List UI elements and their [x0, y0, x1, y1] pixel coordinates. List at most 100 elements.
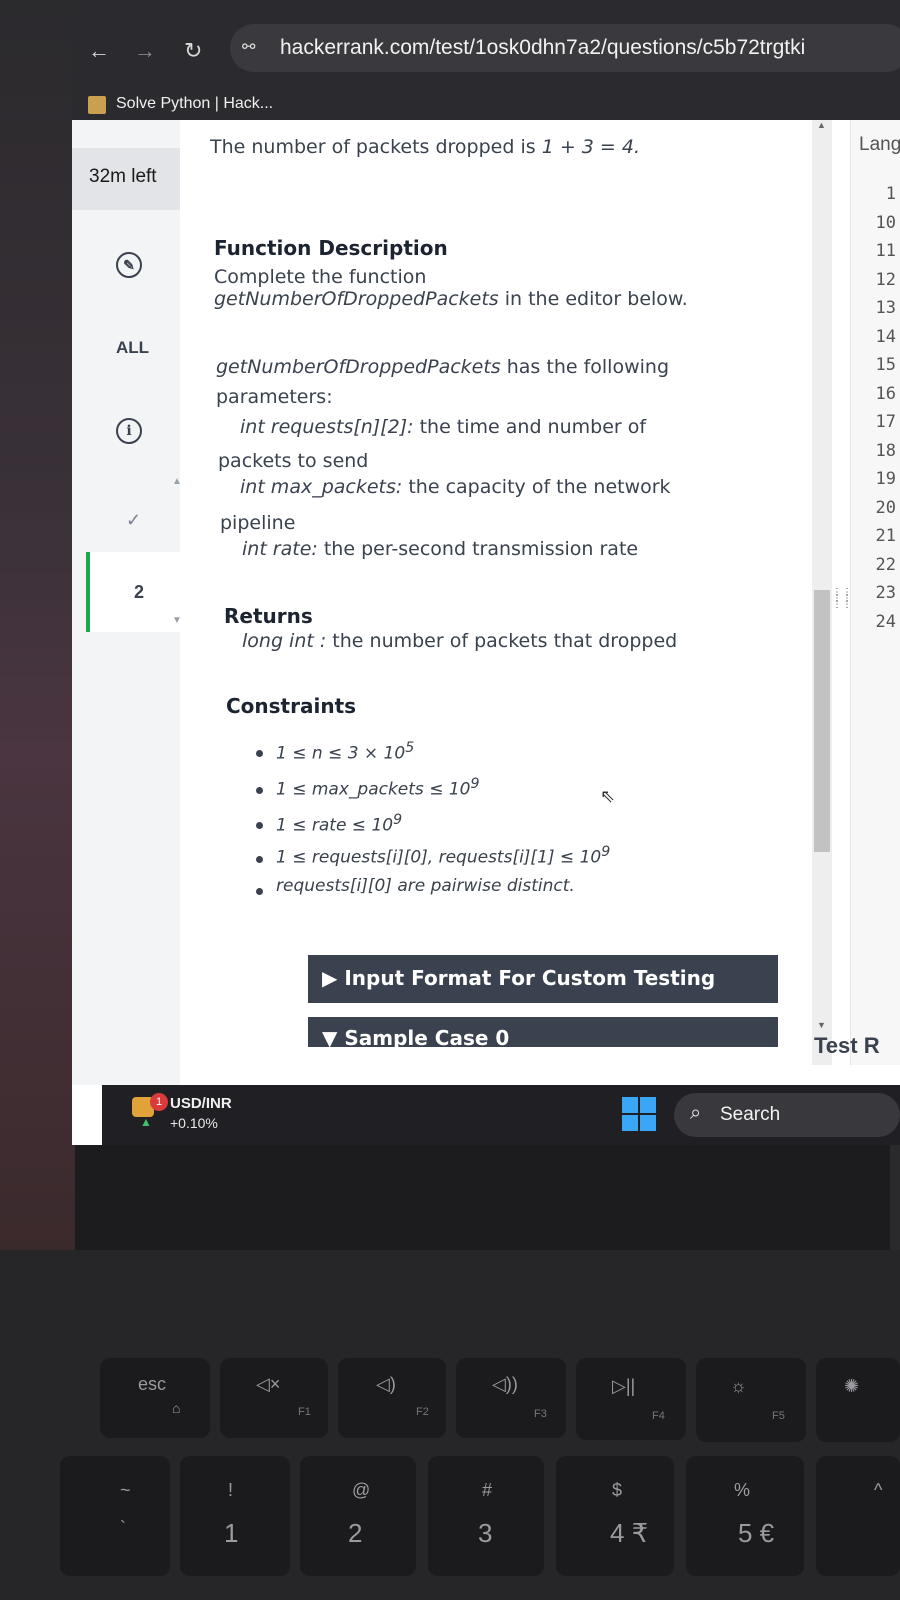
keyboard: esc ⌂ ◁× F1 ◁) F2 ◁)) F3 ▷|| F4 ☼ F5 ✺ ~…: [0, 1250, 900, 1600]
function-description-heading: Function Description: [214, 236, 448, 260]
line-number: 21: [875, 526, 896, 546]
three-label: 3: [478, 1518, 493, 1548]
reload-icon[interactable]: ↻: [184, 38, 202, 64]
param2-name: int max_packets:: [240, 476, 403, 498]
in-editor-suffix: in the editor below.: [498, 288, 688, 310]
photo-background-left: [0, 0, 75, 1250]
dropped-packets-line: The number of packets dropped is 1 + 3 =…: [210, 136, 640, 158]
at-label: @: [352, 1480, 371, 1500]
f2-key: ◁) F2: [338, 1358, 446, 1438]
f3-label: F3: [534, 1408, 547, 1420]
constraint-exponent: 5: [405, 740, 415, 756]
scroll-up-arrow-icon[interactable]: ▲: [817, 120, 826, 130]
key-1: ! 1: [180, 1456, 290, 1576]
line-number: 12: [875, 269, 896, 290]
returns-heading: Returns: [224, 604, 313, 628]
tilde-label: ~: [120, 1480, 131, 1500]
rail-question-2[interactable]: 2: [86, 552, 180, 632]
returns-desc: the number of packets that dropped: [326, 630, 678, 652]
timer-box: 32m left: [72, 148, 180, 210]
line-number: 14: [875, 326, 896, 347]
problem-scrollbar-thumb[interactable]: [814, 590, 830, 852]
param3-name: int rate:: [242, 538, 318, 560]
play-pause-icon: ▷||: [612, 1376, 636, 1396]
windows-taskbar: 1 ▲ USD/INR +0.10% ⌕ Search: [102, 1085, 900, 1145]
constraint-bullet: [256, 856, 263, 863]
five-label: 5 €: [738, 1518, 775, 1548]
ticker-name[interactable]: USD/INR: [170, 1095, 232, 1112]
key-4: $ 4 ₹: [556, 1456, 674, 1576]
brightness-up-icon: ✺: [844, 1376, 860, 1396]
constraint-text: 1 ≤ rate ≤ 10: [276, 815, 394, 836]
param2-desc-continued: pipeline: [220, 512, 296, 534]
test-results-label[interactable]: Test R: [814, 1033, 880, 1059]
constraint-item: requests[i][0] are pairwise distinct.: [276, 876, 575, 896]
line-number: 11: [875, 241, 896, 261]
laptop-screen: ← → ↻ ⚯ hackerrank.com/test/1osk0dhn7a2/…: [72, 0, 900, 1145]
tab-strip: Solve Python | Hack...: [72, 86, 900, 120]
constraint-item: 1 ≤ requests[i][0], requests[i][1] ≤ 109: [276, 844, 610, 868]
line-number: 17: [875, 412, 896, 432]
f1-key: ◁× F1: [220, 1358, 328, 1438]
f3-key: ◁)) F3: [456, 1358, 566, 1438]
problem-scrollbar[interactable]: ▲ ▼: [812, 120, 832, 1065]
param1-name: int requests[n][2]:: [240, 416, 414, 438]
percent-label: %: [734, 1480, 751, 1500]
constraint-bullet: [256, 888, 263, 895]
panel-resize-handle[interactable]: ⋮⋮ ⋮⋮ ⋮⋮: [832, 588, 852, 650]
constraint-text: requests[i][0] are pairwise distinct.: [276, 876, 575, 896]
rail-all-label[interactable]: ALL: [116, 338, 149, 358]
f1-label: F1: [298, 1406, 311, 1418]
ticker-change: +0.10%: [170, 1115, 218, 1131]
key-5: % 5 €: [686, 1456, 804, 1576]
forward-icon[interactable]: →: [134, 38, 156, 64]
taskbar-search-label: Search: [720, 1104, 781, 1125]
complete-line: Complete the function: [214, 266, 427, 288]
info-icon[interactable]: i: [116, 418, 142, 444]
has-following-text: has the following: [500, 356, 670, 378]
constraint-bullet: [256, 822, 263, 829]
one-label: 1: [224, 1518, 239, 1548]
pencil-icon[interactable]: ✎: [116, 252, 142, 278]
constraint-bullet: [256, 787, 263, 794]
backtick-key: ~ `: [60, 1456, 170, 1576]
f4-key: ▷|| F4: [576, 1358, 686, 1440]
line-number: 24: [875, 611, 896, 632]
tab-favicon-icon: [88, 96, 106, 114]
hash-label: #: [482, 1480, 493, 1500]
exclaim-label: !: [228, 1480, 234, 1500]
code-editor-panel: Langua 1 10 11 12 13 14 15 16 17 18 19 20 21 22 23 24: [850, 120, 900, 1065]
scroll-down-arrow-icon[interactable]: ▼: [817, 1020, 826, 1030]
site-info-icon[interactable]: ⚯: [242, 37, 255, 56]
address-bar[interactable]: ⚯ hackerrank.com/test/1osk0dhn7a2/questi…: [230, 24, 900, 72]
url-text[interactable]: hackerrank.com/test/1osk0dhn7a2/question…: [280, 36, 805, 60]
constraint-exponent: 9: [393, 812, 403, 828]
param2-desc: the capacity of the network: [402, 476, 671, 498]
brightness-down-icon: ☼: [730, 1376, 747, 1396]
constraint-text: 1 ≤ n ≤ 3 × 10: [276, 743, 406, 764]
returns-type: long int :: [242, 630, 327, 652]
constraint-bullet: [256, 750, 263, 757]
tab-title[interactable]: Solve Python | Hack...: [116, 95, 273, 113]
constraint-text: 1 ≤ max_packets ≤ 10: [276, 779, 471, 800]
f5-label: F5: [772, 1410, 785, 1422]
param-rate: int rate: the per-second transmission ra…: [242, 538, 638, 560]
line-number: 15: [875, 355, 896, 375]
sample-case-toggle[interactable]: ▼ Sample Case 0: [308, 1017, 778, 1050]
esc-key: esc ⌂: [100, 1358, 210, 1438]
function-name-2: getNumberOfDroppedPackets: [216, 356, 501, 378]
up-trend-icon: ▲: [140, 1115, 152, 1129]
taskbar-search[interactable]: ⌕ Search: [674, 1093, 900, 1137]
browser-chrome: ← → ↻ ⚯ hackerrank.com/test/1osk0dhn7a2/…: [72, 0, 900, 120]
function-name-line: getNumberOfDroppedPackets in the editor …: [214, 288, 688, 310]
windows-start-icon[interactable]: [622, 1097, 656, 1131]
key-3: # 3: [428, 1456, 544, 1576]
language-label[interactable]: Langua: [859, 134, 900, 156]
back-icon[interactable]: ←: [88, 38, 110, 64]
constraint-exponent: 9: [601, 844, 611, 860]
ticker-badge: 1: [150, 1093, 168, 1111]
has-following-line: getNumberOfDroppedPackets has the follow…: [216, 356, 669, 378]
check-icon[interactable]: ✓: [126, 510, 141, 531]
input-format-toggle[interactable]: ▶ Input Format For Custom Testing: [308, 955, 778, 1003]
esc-key-label: esc: [138, 1374, 167, 1394]
